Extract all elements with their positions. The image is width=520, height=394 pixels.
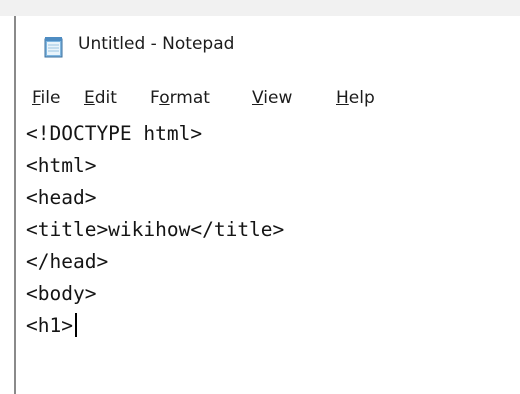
code-line-4: <title>wikihow</title>: [26, 218, 285, 241]
menu-view-rest: iew: [263, 88, 293, 108]
menu-edit[interactable]: Edit: [84, 88, 117, 108]
menu-format-mnemonic: o: [159, 88, 170, 108]
menu-view-mnemonic: V: [252, 88, 264, 108]
window-title: Untitled - Notepad: [78, 34, 235, 54]
menu-edit-rest: dit: [94, 88, 117, 108]
code-line-2: <html>: [26, 154, 97, 177]
background-strip: [0, 0, 520, 16]
menu-file-rest: ile: [40, 88, 61, 108]
menu-file-mnemonic: F: [32, 88, 41, 108]
menu-file[interactable]: File: [32, 88, 60, 108]
menu-edit-mnemonic: E: [84, 88, 95, 108]
title-bar[interactable]: Untitled - Notepad: [16, 16, 520, 78]
notepad-window: Untitled - Notepad File Edit Format View…: [14, 16, 520, 394]
code-line-7: <h1>: [26, 312, 77, 340]
code-line-6: <body>: [26, 282, 97, 305]
notepad-icon: [42, 35, 66, 59]
menu-format-pre: F: [150, 88, 160, 108]
menu-help[interactable]: Help: [336, 88, 375, 108]
menu-bar: File Edit Format View Help: [16, 82, 520, 116]
menu-help-rest: elp: [348, 88, 375, 108]
code-line-1: <!DOCTYPE html>: [26, 122, 203, 145]
menu-format[interactable]: Format: [150, 88, 210, 108]
menu-format-rest: rmat: [169, 88, 210, 108]
code-line-5: </head>: [26, 250, 109, 273]
text-editor[interactable]: <!DOCTYPE html> <html> <head> <title>wik…: [16, 116, 520, 394]
menu-help-mnemonic: H: [336, 88, 349, 108]
text-caret: [74, 313, 77, 337]
code-line-7-text: <h1>: [26, 314, 73, 337]
code-line-3: <head>: [26, 186, 97, 209]
menu-view[interactable]: View: [252, 88, 292, 108]
